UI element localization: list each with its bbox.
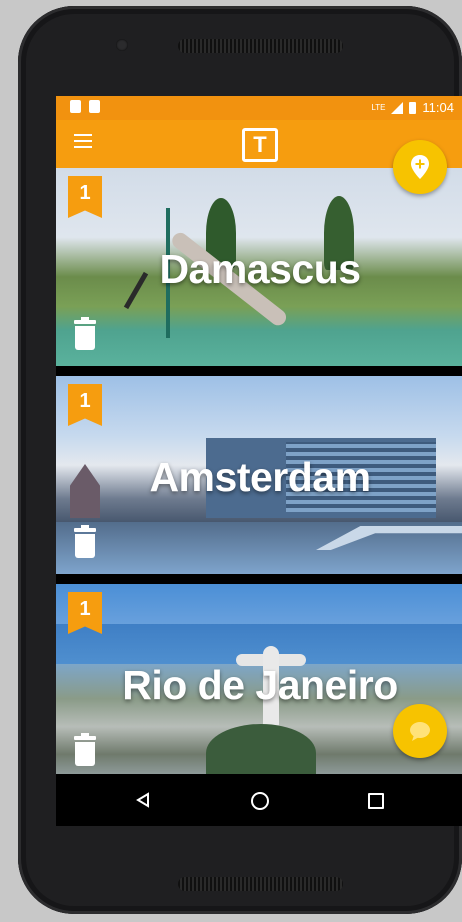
chat-bubble-icon — [410, 722, 430, 741]
status-bar: LTE 11:04 — [56, 96, 462, 120]
notification-icon — [70, 100, 81, 113]
trash-icon[interactable] — [74, 733, 96, 766]
system-nav-bar — [56, 774, 462, 826]
city-card-amsterdam[interactable]: 1 Amsterdam — [56, 376, 462, 574]
add-location-button[interactable] — [393, 140, 447, 194]
bottom-speaker-grille — [178, 877, 343, 891]
city-name: Amsterdam — [149, 454, 371, 500]
android-icon — [89, 100, 100, 113]
phone-frame: LTE 11:04 T 1 Damascus 1 Amsterdam 1 Rio… — [18, 6, 462, 914]
network-label: LTE — [371, 103, 386, 112]
home-circle-icon[interactable] — [251, 792, 269, 810]
front-camera — [116, 39, 128, 51]
trash-icon[interactable] — [74, 317, 96, 350]
city-card-rio-de-janeiro[interactable]: 1 Rio de Janeiro — [56, 584, 462, 782]
chat-button[interactable] — [393, 704, 447, 758]
back-triangle-icon[interactable] — [135, 792, 151, 808]
add-location-icon — [411, 155, 429, 179]
city-list: 1 Damascus 1 Amsterdam 1 Rio de Janeiro — [56, 168, 462, 792]
battery-icon — [409, 101, 417, 114]
city-name: Rio de Janeiro — [122, 662, 398, 708]
signal-icon — [391, 101, 404, 114]
top-speaker-grille — [178, 39, 343, 53]
app-screen: LTE 11:04 T 1 Damascus 1 Amsterdam 1 Rio… — [56, 96, 462, 826]
clock: 11:04 — [422, 100, 454, 115]
app-logo: T — [242, 128, 278, 162]
recent-apps-square-icon[interactable] — [368, 793, 384, 809]
hamburger-menu-icon[interactable] — [74, 134, 92, 150]
city-card-damascus[interactable]: 1 Damascus — [56, 168, 462, 366]
trash-icon[interactable] — [74, 525, 96, 558]
city-name: Damascus — [159, 246, 361, 292]
